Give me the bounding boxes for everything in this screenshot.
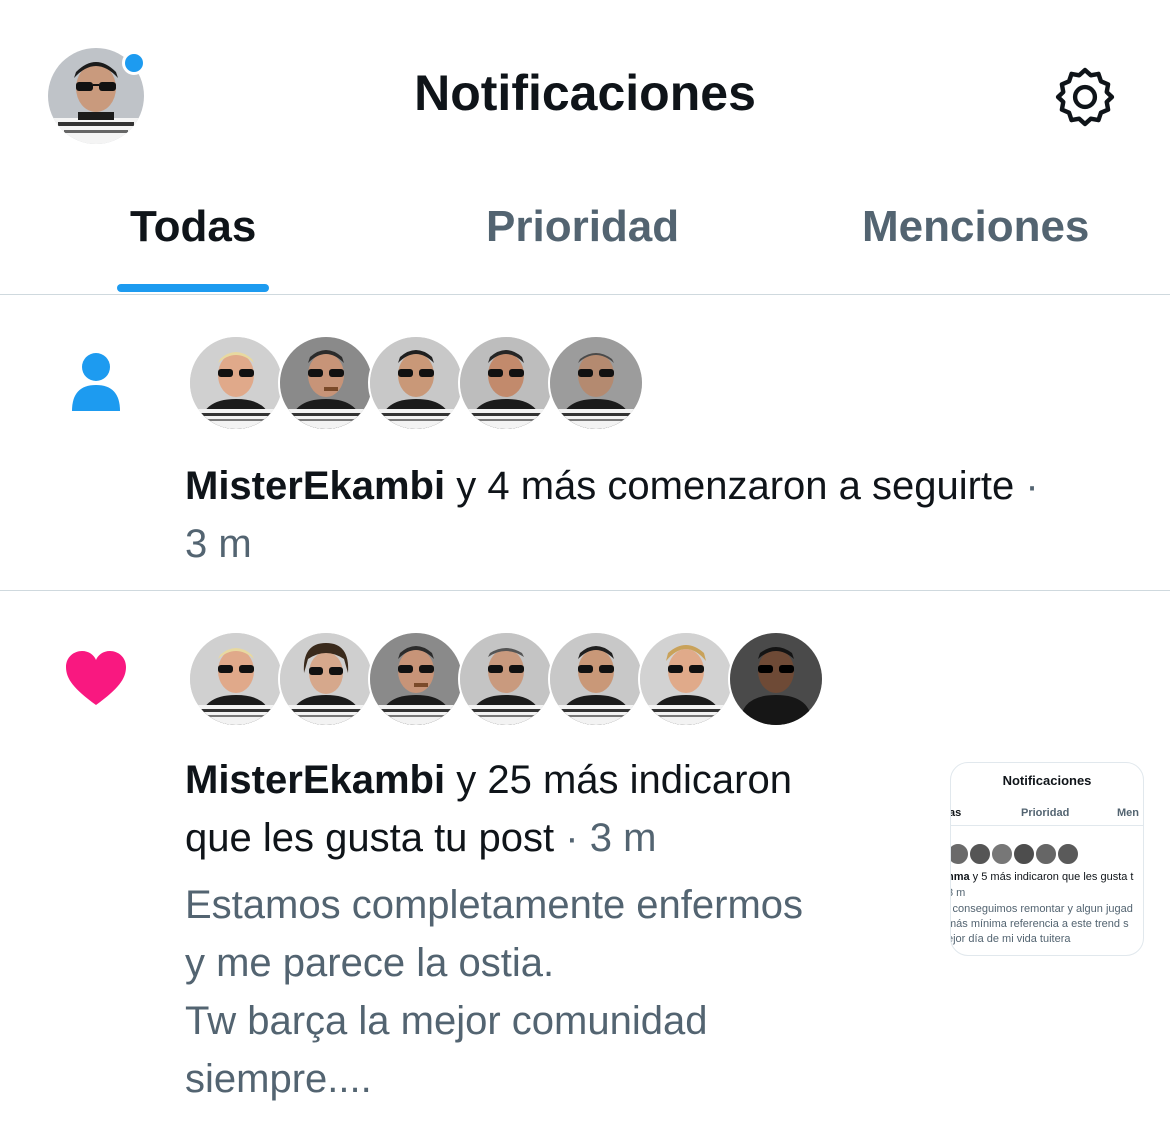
- avatar[interactable]: [458, 335, 554, 431]
- avatar[interactable]: [368, 335, 464, 431]
- avatar[interactable]: [278, 335, 374, 431]
- follow-text: MisterEkambi y 4 más comenzaron a seguir…: [185, 457, 1145, 573]
- thumbnail-title: Notificaciones: [1002, 773, 1092, 788]
- thumbnail-text: i conseguimos remontar y algun jugad: [950, 903, 1133, 915]
- avatar[interactable]: [278, 631, 374, 727]
- thumbnail-text: 3 m: [951, 887, 966, 899]
- heart-icon: [64, 649, 128, 712]
- active-tab-indicator: [117, 284, 269, 292]
- avatar: [969, 843, 991, 865]
- avatar[interactable]: [188, 335, 284, 431]
- tab-todas[interactable]: Todas: [130, 202, 256, 252]
- avatar[interactable]: [548, 631, 644, 727]
- avatar[interactable]: [458, 631, 554, 727]
- post-media-thumbnail[interactable]: Notificaciones as Prioridad Men nma y 5 …: [950, 762, 1144, 956]
- tab-bar: Todas Prioridad Menciones: [0, 190, 1170, 295]
- thumbnail-tab: Men: [1117, 807, 1139, 819]
- thumbnail-divider: [951, 825, 1143, 826]
- avatar: [991, 843, 1013, 865]
- avatar[interactable]: [728, 631, 824, 727]
- avatar[interactable]: [188, 631, 284, 727]
- avatar[interactable]: [548, 335, 644, 431]
- username[interactable]: MisterEkambi: [185, 758, 445, 802]
- tab-prioridad[interactable]: Prioridad: [486, 202, 679, 252]
- avatar[interactable]: [368, 631, 464, 727]
- username[interactable]: MisterEkambi: [185, 464, 445, 508]
- page-title: Notificaciones: [414, 65, 756, 121]
- thumbnail-tab: as: [950, 807, 962, 819]
- like-description-line1: y 25 más indicaron: [456, 758, 792, 802]
- thumbnail-text: ejor día de mi vida tuitera: [950, 933, 1071, 945]
- avatar: [1057, 843, 1079, 865]
- liker-avatars: [188, 631, 828, 727]
- follower-avatars: [188, 335, 648, 431]
- follow-description: y 4 más comenzaron a seguirte: [456, 464, 1015, 508]
- settings-gear-icon[interactable]: [1052, 64, 1118, 130]
- header: Notificaciones: [0, 0, 1170, 190]
- thumbnail-text: nma y 5 más indicaron que les gusta t: [951, 871, 1134, 883]
- avatar: [1035, 843, 1057, 865]
- post-excerpt: Estamos completamente enfermos y me pare…: [185, 883, 804, 1101]
- avatar: [1013, 843, 1035, 865]
- like-text: MisterEkambi y 25 más indicaron que les …: [185, 751, 925, 867]
- tab-menciones[interactable]: Menciones: [862, 202, 1089, 252]
- thumbnail-tab: Prioridad: [1021, 807, 1070, 819]
- timestamp: 3 m: [185, 522, 252, 566]
- person-icon: [70, 351, 122, 418]
- avatar: [951, 843, 969, 865]
- timestamp: 3 m: [589, 816, 657, 860]
- notification-follow[interactable]: MisterEkambi y 4 más comenzaron a seguir…: [0, 295, 1170, 590]
- separator: ·: [565, 816, 579, 860]
- like-description-line2: que les gusta tu post: [185, 816, 555, 860]
- separator: ·: [1025, 464, 1039, 508]
- avatar[interactable]: [638, 631, 734, 727]
- thumbnail-text: más mínima referencia a este trend s: [950, 918, 1129, 930]
